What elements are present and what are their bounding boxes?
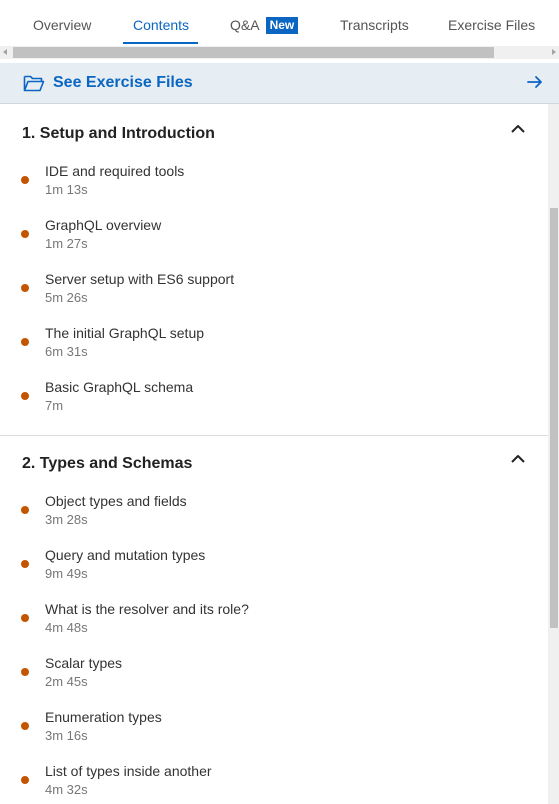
progress-dot (21, 284, 29, 292)
section-title[interactable]: 1. Setup and Introduction (22, 125, 215, 143)
list-item[interactable]: The initial GraphQL setup 6m 31s (0, 325, 548, 379)
see-exercise-files-label: See Exercise Files (53, 74, 193, 91)
section-divider (0, 435, 548, 436)
list-item[interactable]: Scalar types 2m 45s (0, 655, 548, 709)
video-title: List of types inside another (45, 763, 212, 779)
video-duration: 5m 26s (45, 290, 88, 305)
video-title: Scalar types (45, 655, 123, 671)
video-title: Enumeration types (45, 709, 162, 725)
list-item[interactable]: IDE and required tools 1m 13s (0, 163, 548, 217)
video-title: Object types and fields (45, 493, 187, 509)
video-title: Query and mutation types (45, 547, 206, 563)
list-item[interactable]: List of types inside another 4m 32s (0, 763, 548, 804)
chevron-up-icon[interactable] (510, 453, 526, 465)
progress-dot (21, 176, 29, 184)
new-badge: New (265, 17, 299, 34)
folder-icon (23, 75, 45, 92)
video-duration: 9m 49s (45, 566, 88, 581)
progress-dot (21, 338, 29, 346)
video-title: Basic GraphQL schema (45, 379, 194, 395)
progress-dot (21, 776, 29, 784)
vertical-scrollbar[interactable] (548, 104, 559, 804)
list-item[interactable]: Query and mutation types 9m 49s (0, 547, 548, 601)
video-duration: 3m 28s (45, 512, 88, 527)
scroll-right-icon[interactable] (552, 49, 556, 55)
chevron-up-icon[interactable] (510, 123, 526, 135)
video-title: GraphQL overview (45, 217, 162, 233)
horizontal-scrollbar[interactable] (0, 46, 559, 59)
list-item[interactable]: What is the resolver and its role? 4m 48… (0, 601, 548, 655)
video-title: IDE and required tools (45, 163, 185, 179)
tab-qa-label: Q&A (230, 17, 260, 33)
video-duration: 1m 27s (45, 236, 88, 251)
video-duration: 3m 16s (45, 728, 88, 743)
progress-dot (21, 506, 29, 514)
progress-dot (21, 614, 29, 622)
tab-qa[interactable]: Q&A New (230, 17, 299, 34)
video-title: The initial GraphQL setup (45, 325, 205, 341)
video-title: Server setup with ES6 support (45, 271, 235, 287)
video-title: What is the resolver and its role? (45, 601, 249, 617)
list-item[interactable]: Basic GraphQL schema 7m (0, 379, 548, 433)
progress-dot (21, 668, 29, 676)
horizontal-scroll-thumb[interactable] (13, 47, 494, 58)
tab-bar: Overview Contents Q&A New Transcripts Exe… (0, 0, 559, 46)
scroll-left-icon[interactable] (3, 49, 7, 55)
video-duration: 4m 32s (45, 782, 88, 797)
list-item[interactable]: Server setup with ES6 support 5m 26s (0, 271, 548, 325)
tab-contents[interactable]: Contents (133, 17, 189, 33)
tab-transcripts[interactable]: Transcripts (340, 17, 409, 33)
progress-dot (21, 230, 29, 238)
video-duration: 4m 48s (45, 620, 88, 635)
progress-dot (21, 560, 29, 568)
video-duration: 1m 13s (45, 182, 88, 197)
progress-dot (21, 722, 29, 730)
see-exercise-files-button[interactable]: See Exercise Files (0, 63, 559, 104)
tab-exercise-files[interactable]: Exercise Files (448, 17, 535, 33)
progress-dot (21, 392, 29, 400)
video-duration: 2m 45s (45, 674, 88, 689)
active-tab-indicator (123, 42, 198, 44)
list-item[interactable]: GraphQL overview 1m 27s (0, 217, 548, 271)
vertical-scroll-thumb[interactable] (550, 208, 558, 628)
list-item[interactable]: Object types and fields 3m 28s (0, 493, 548, 547)
video-duration: 6m 31s (45, 344, 88, 359)
video-duration: 7m (45, 398, 64, 413)
tab-overview[interactable]: Overview (33, 17, 91, 33)
section-title[interactable]: 2. Types and Schemas (22, 455, 192, 473)
arrow-right-icon (527, 76, 542, 88)
list-item[interactable]: Enumeration types 3m 16s (0, 709, 548, 763)
